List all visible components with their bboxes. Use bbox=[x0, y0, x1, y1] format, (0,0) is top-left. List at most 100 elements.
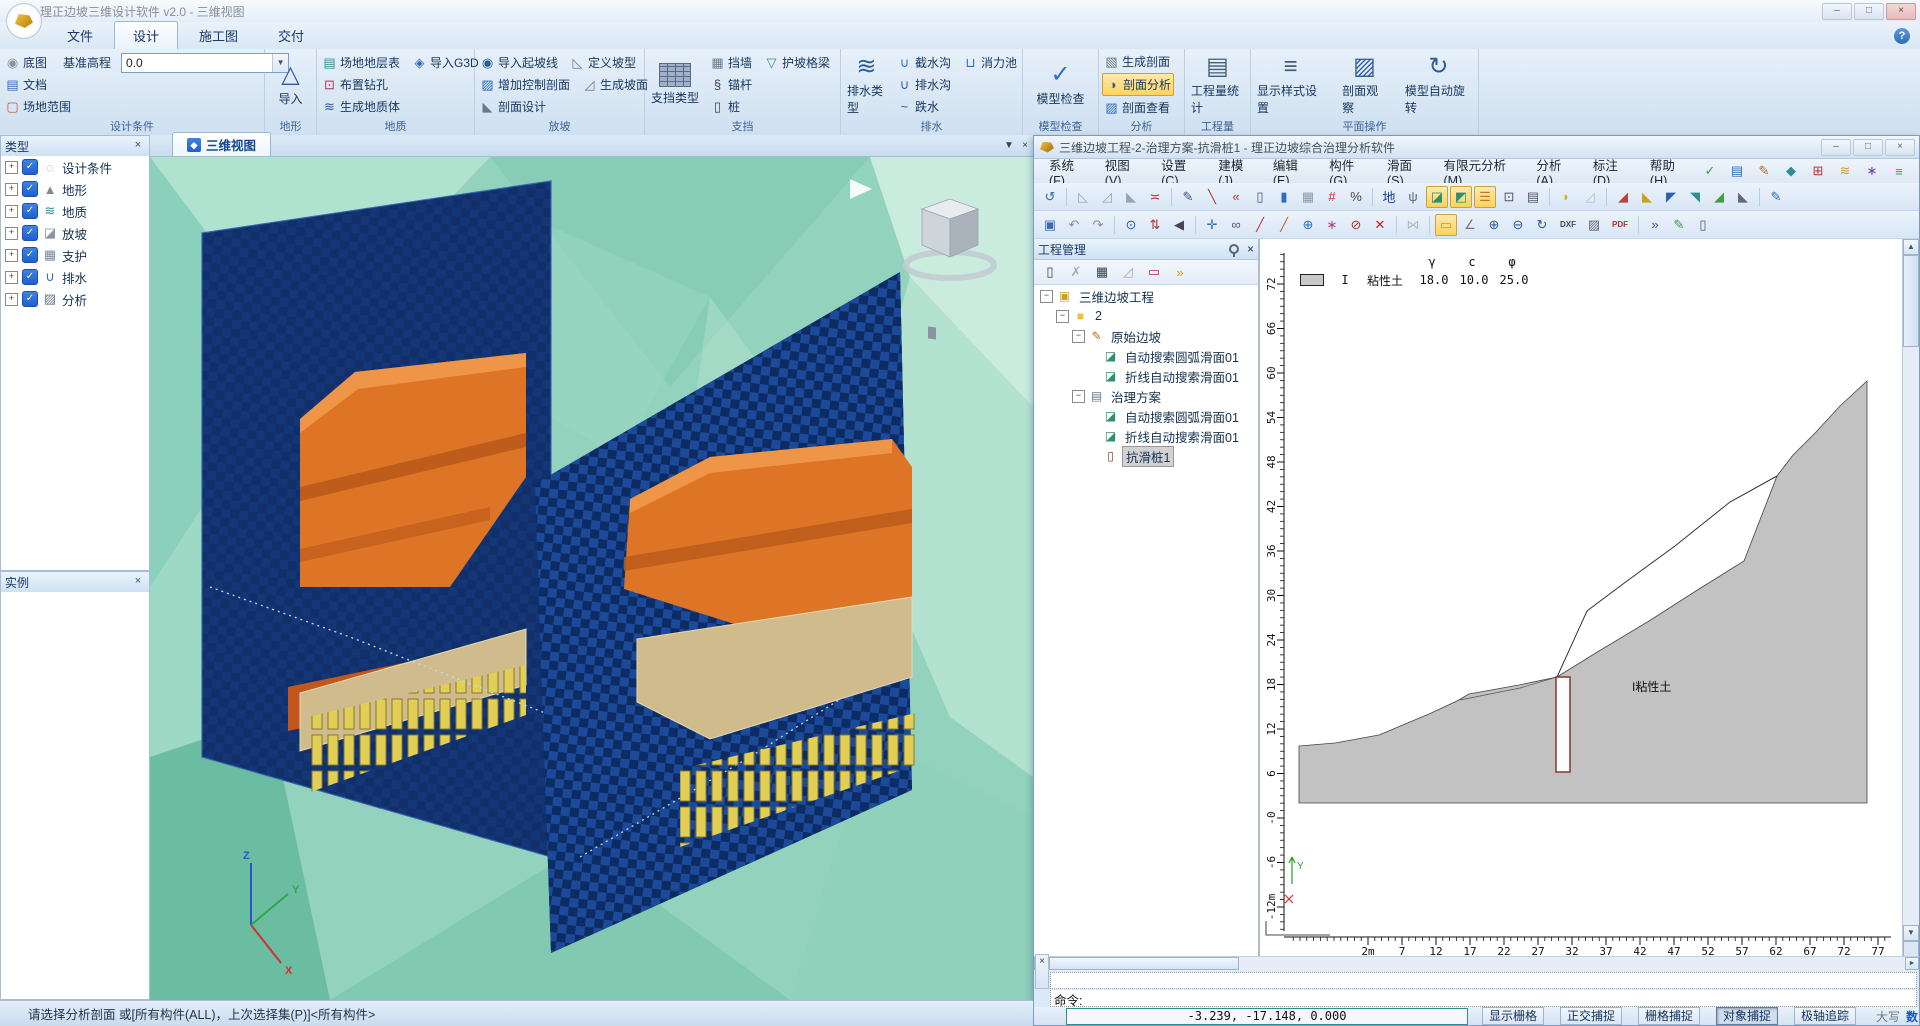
section-view-button[interactable]: ▨剖面查看 bbox=[1102, 97, 1172, 118]
generate-section-button[interactable]: ▧生成剖面 bbox=[1102, 51, 1172, 72]
save-tool[interactable]: ▣ bbox=[1039, 214, 1061, 236]
slope-ghost-tool[interactable]: ◿ bbox=[1579, 186, 1601, 208]
expander-icon[interactable]: + bbox=[5, 249, 18, 262]
project-tree-item-三维边坡工程[interactable]: −▣三维边坡工程 bbox=[1034, 286, 1258, 306]
trash-tool[interactable]: ▯ bbox=[1692, 214, 1714, 236]
zoom-out-tool[interactable]: ⊖ bbox=[1507, 214, 1529, 236]
more-tool[interactable]: » bbox=[1644, 214, 1666, 236]
pen-blue-tool[interactable]: ✎ bbox=[1765, 186, 1787, 208]
section-design-button[interactable]: ◣剖面设计 bbox=[478, 96, 548, 117]
type-tree-item-支护[interactable]: +✓▦支护 bbox=[1, 244, 149, 266]
ratio-tool[interactable]: % bbox=[1345, 186, 1367, 208]
pin-icon[interactable] bbox=[1229, 244, 1239, 254]
add-control-section-button[interactable]: ▨增加控制剖面 bbox=[478, 74, 572, 95]
column-tool[interactable]: ▯ bbox=[1249, 186, 1271, 208]
close-icon[interactable]: × bbox=[131, 575, 145, 589]
expander-icon[interactable]: + bbox=[5, 271, 18, 284]
type-tree-item-分析[interactable]: +✓▨分析 bbox=[1, 288, 149, 310]
scroll-right-icon[interactable]: ► bbox=[1905, 957, 1919, 970]
export-img-tool[interactable]: ▨ bbox=[1583, 214, 1605, 236]
project-tree-item-折线自动搜索滑面01[interactable]: ◪折线自动搜索滑面01 bbox=[1034, 426, 1258, 446]
expander-icon[interactable]: − bbox=[1072, 330, 1085, 343]
stilling-pool-button[interactable]: ⊔消力池 bbox=[961, 52, 1019, 73]
select-tool[interactable]: ◀ bbox=[1168, 214, 1190, 236]
support-type-button[interactable]: 支挡类型 bbox=[645, 62, 705, 107]
tab-delivery[interactable]: 交付 bbox=[259, 21, 323, 49]
visibility-checkbox[interactable]: ✓ bbox=[22, 247, 38, 263]
close-button[interactable]: × bbox=[1885, 139, 1915, 156]
quick-check-icon[interactable]: ✓ bbox=[1699, 160, 1721, 182]
command-panel-close-icon[interactable]: × bbox=[1035, 954, 1049, 989]
export-pdf-tool[interactable]: PDF bbox=[1607, 214, 1633, 236]
command-input[interactable]: 命令: bbox=[1050, 990, 1917, 1007]
slip-dark-tool[interactable]: ◣ bbox=[1732, 186, 1754, 208]
pan-hand-tool[interactable]: ψ bbox=[1402, 186, 1424, 208]
expander-icon[interactable]: − bbox=[1056, 310, 1069, 323]
viewport-3d-scene[interactable]: Z Y X bbox=[150, 157, 1033, 1000]
type-tree-item-地质[interactable]: +✓≋地质 bbox=[1, 200, 149, 222]
zoom-in-tool[interactable]: ⊕ bbox=[1483, 214, 1505, 236]
measure-tool[interactable]: ∠ bbox=[1459, 214, 1481, 236]
horizontal-scrollbar[interactable]: ◄ ► bbox=[1034, 956, 1919, 971]
offset-tool[interactable]: « bbox=[1225, 186, 1247, 208]
line-tool[interactable]: ╲ bbox=[1201, 186, 1223, 208]
ruler-tool[interactable]: ▭ bbox=[1435, 214, 1457, 236]
quick-gem-icon[interactable]: ◆ bbox=[1780, 160, 1802, 182]
import-slope-line-button[interactable]: ◉导入起坡线 bbox=[478, 52, 560, 73]
quick-layers-icon[interactable]: ≋ bbox=[1834, 160, 1856, 182]
section-analysis-button[interactable]: ◑剖面分析 bbox=[1102, 73, 1174, 96]
quick-wave-icon[interactable]: ≡ bbox=[1888, 160, 1910, 182]
quick-sheet-icon[interactable]: ▤ bbox=[1726, 160, 1748, 182]
visibility-checkbox[interactable]: ✓ bbox=[22, 225, 38, 241]
list-tool[interactable]: ☰ bbox=[1474, 186, 1496, 208]
snap-button-显示栅格[interactable]: 显示栅格 bbox=[1482, 1007, 1544, 1025]
minimize-button[interactable]: – bbox=[1822, 3, 1852, 20]
sort-tool[interactable]: ⇅ bbox=[1144, 214, 1166, 236]
link-tool[interactable]: ∞ bbox=[1225, 214, 1247, 236]
section-chart-area[interactable]: 72666054484236302418126-0-6-12m2m7121722… bbox=[1260, 239, 1919, 957]
project-tree-item-自动搜索圆弧滑面01[interactable]: ◪自动搜索圆弧滑面01 bbox=[1034, 406, 1258, 426]
section-observe-button[interactable]: ▨ 剖面观察 bbox=[1336, 53, 1393, 117]
slope-tool-1[interactable]: ◺ bbox=[1072, 186, 1094, 208]
ground-tool[interactable]: 地 bbox=[1378, 186, 1400, 208]
visibility-checkbox[interactable]: ✓ bbox=[22, 159, 38, 175]
project-tree-item-折线自动搜索滑面01[interactable]: ◪折线自动搜索滑面01 bbox=[1034, 366, 1258, 386]
model-auto-rotate-button[interactable]: ↻ 模型自动旋转 bbox=[1399, 53, 1478, 117]
tab-close-icon[interactable]: × bbox=[1017, 138, 1033, 154]
close-icon[interactable]: × bbox=[1247, 242, 1254, 256]
pen-tool[interactable]: ✎ bbox=[1177, 186, 1199, 208]
frame-red-icon[interactable]: ▭ bbox=[1143, 261, 1165, 283]
quantity-statistics-button[interactable]: ▤ 工程量统计 bbox=[1185, 53, 1250, 117]
scroll-up-icon[interactable]: ▲ bbox=[1903, 239, 1919, 255]
viewport-3d[interactable]: ◆ 三维视图 ▼ × bbox=[150, 135, 1033, 1000]
drainage-type-button[interactable]: ≋ 排水类型 bbox=[841, 53, 892, 117]
grid-red-tool[interactable]: # bbox=[1321, 186, 1343, 208]
wall-tool[interactable]: ▮ bbox=[1273, 186, 1295, 208]
slip-teal-tool[interactable]: ◥ bbox=[1684, 186, 1706, 208]
define-slope-type-button[interactable]: ◺定义坡型 bbox=[568, 52, 638, 73]
pick-tool[interactable]: ⊘ bbox=[1345, 214, 1367, 236]
orbit-tool[interactable]: ↻ bbox=[1531, 214, 1553, 236]
base-elevation-combobox[interactable]: 0.0 ▼ bbox=[121, 53, 289, 73]
visibility-checkbox[interactable]: ✓ bbox=[22, 291, 38, 307]
tab-file[interactable]: 文件 bbox=[48, 21, 112, 49]
slip-search-tool[interactable]: ◪ bbox=[1426, 186, 1448, 208]
ime-大写[interactable]: 大写 bbox=[1876, 1008, 1900, 1025]
visibility-checkbox[interactable]: ✓ bbox=[22, 269, 38, 285]
scrollbar-thumb[interactable] bbox=[1903, 255, 1919, 347]
site-extent-button[interactable]: ▢场地范围 bbox=[3, 96, 73, 117]
quick-star-icon[interactable]: ∗ bbox=[1861, 160, 1883, 182]
maximize-button[interactable]: □ bbox=[1854, 3, 1884, 20]
slope-tool-3[interactable]: ◣ bbox=[1120, 186, 1142, 208]
close-doc-icon[interactable]: ✗ bbox=[1065, 261, 1087, 283]
generate-geology-button[interactable]: ≋生成地质体 bbox=[320, 96, 402, 117]
ime-数字[interactable]: 数字 bbox=[1906, 1008, 1919, 1026]
project-tree-item-原始边坡[interactable]: −✎原始边坡 bbox=[1034, 326, 1258, 346]
redo-tool[interactable]: ↷ bbox=[1087, 214, 1109, 236]
slip-gold-tool[interactable]: ◣ bbox=[1636, 186, 1658, 208]
type-tree-item-排水[interactable]: +✓∪排水 bbox=[1, 266, 149, 288]
trim-tool-2[interactable]: ╱ bbox=[1273, 214, 1295, 236]
grid-beam-button[interactable]: ▽护坡格梁 bbox=[762, 52, 832, 73]
document-button[interactable]: ▤文档 bbox=[3, 74, 49, 95]
trim-tool-1[interactable]: ╱ bbox=[1249, 214, 1271, 236]
